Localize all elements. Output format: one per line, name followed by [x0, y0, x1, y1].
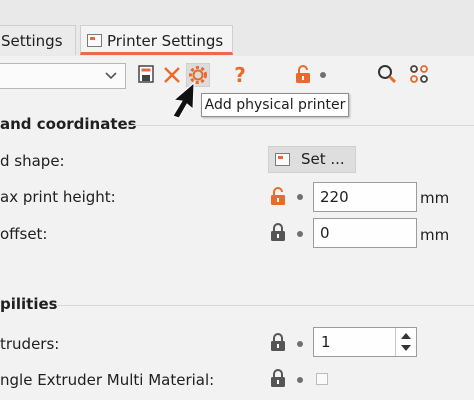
- z-offset-input[interactable]: 0: [313, 218, 417, 248]
- section-title-capabilities: pilities: [0, 295, 58, 313]
- tab-label: Settings: [1, 32, 63, 50]
- button-label: Set ...: [301, 150, 345, 168]
- unit-label: mm: [420, 226, 450, 244]
- spin-down-icon[interactable]: [400, 344, 412, 352]
- extruders-label: truders:: [0, 335, 60, 353]
- extruders-spinner[interactable]: 1: [313, 327, 417, 357]
- max-print-height-label: ax print height:: [0, 188, 116, 206]
- single-extruder-mm-label: ngle Extruder Multi Material:: [0, 371, 215, 389]
- section-divider: [124, 125, 474, 126]
- lock-closed-icon[interactable]: [270, 223, 286, 242]
- tab-label: Printer Settings: [107, 32, 224, 50]
- save-icon[interactable]: [138, 65, 154, 83]
- status-dot-icon: [297, 341, 303, 347]
- single-extruder-mm-checkbox[interactable]: [316, 373, 328, 385]
- section-divider: [56, 305, 474, 306]
- tab-print-settings[interactable]: Settings: [0, 25, 76, 55]
- set-bed-shape-button[interactable]: Set ...: [268, 146, 356, 173]
- section-title-bed: and coordinates: [0, 115, 137, 133]
- mouse-cursor-icon: [172, 81, 195, 119]
- svg-text:?: ?: [234, 63, 246, 87]
- spin-up-icon[interactable]: [400, 332, 412, 340]
- lock-closed-icon[interactable]: [270, 369, 286, 388]
- question-icon[interactable]: ?: [232, 63, 248, 87]
- max-print-height-input[interactable]: 220: [313, 182, 417, 212]
- lock-open-icon[interactable]: [295, 65, 311, 84]
- compare-icon[interactable]: [409, 64, 429, 84]
- extruders-value: 1: [321, 333, 331, 351]
- tooltip: Add physical printer: [201, 93, 349, 117]
- bed-shape-icon: [275, 153, 290, 166]
- printer-preset-combo[interactable]: [0, 63, 126, 89]
- z-offset-label: offset:: [0, 225, 48, 243]
- lock-closed-icon[interactable]: [270, 333, 286, 352]
- printer-image-icon: [87, 34, 102, 47]
- search-icon[interactable]: [377, 64, 397, 84]
- spin-buttons[interactable]: [395, 328, 416, 356]
- lock-open-icon[interactable]: [270, 187, 286, 206]
- unit-label: mm: [420, 189, 450, 207]
- status-dot-icon: [297, 194, 303, 200]
- status-dot-icon: [297, 377, 303, 383]
- status-dot-icon: [320, 72, 326, 78]
- chevron-down-icon: [105, 72, 117, 80]
- bed-shape-label: d shape:: [0, 152, 65, 170]
- tab-printer-settings[interactable]: Printer Settings: [80, 25, 233, 55]
- status-dot-icon: [297, 231, 303, 237]
